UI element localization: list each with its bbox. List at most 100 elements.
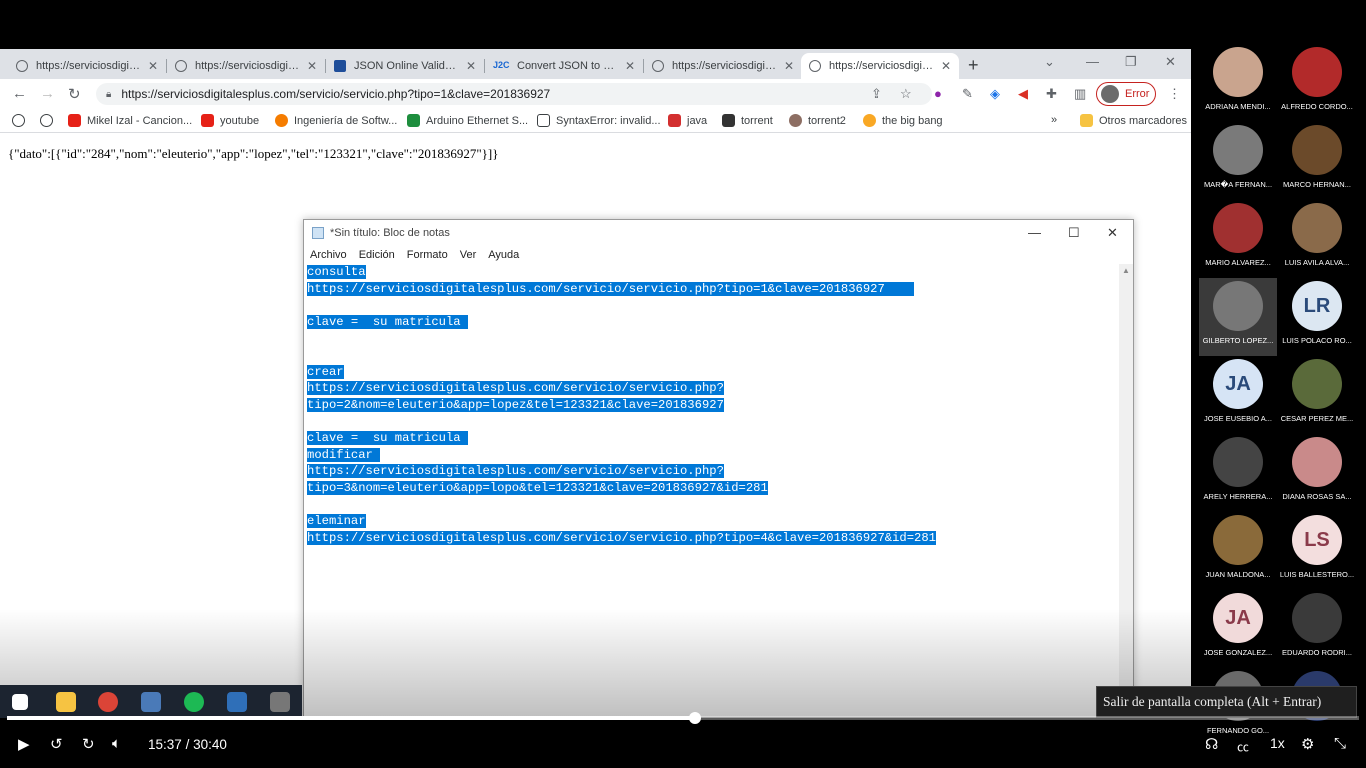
browser-tab[interactable]: JSON Online Validator ✕ (326, 53, 484, 79)
browser-tab-active[interactable]: https://serviciosdigitales ✕ (801, 53, 959, 79)
other-bookmarks-folder[interactable]: Otros marcadores (1080, 114, 1187, 127)
rewind-10-icon[interactable]: ↺ (50, 735, 63, 753)
menu-archivo[interactable]: Archivo (310, 249, 347, 261)
chrome-icon[interactable] (98, 692, 118, 712)
close-icon[interactable]: ✕ (466, 59, 476, 73)
mail-icon[interactable] (227, 692, 247, 712)
globe-icon[interactable] (40, 114, 59, 127)
participant-tile[interactable]: LUIS AVILA ALVA... (1278, 200, 1356, 278)
bookmark-item[interactable]: the big bang (863, 114, 943, 127)
menu-ayuda[interactable]: Ayuda (488, 249, 519, 261)
close-icon[interactable]: ✕ (1165, 54, 1176, 70)
extension-icon[interactable]: ● (934, 86, 942, 101)
chevron-up-icon[interactable]: ▲ (1122, 266, 1130, 275)
profile-error-button[interactable]: Error (1096, 82, 1156, 106)
close-icon[interactable]: ✕ (307, 59, 317, 73)
puzzle-icon[interactable]: ✚ (1046, 86, 1057, 102)
participant-tile[interactable]: LR LUIS POLACO RO... (1278, 278, 1356, 356)
participant-tile[interactable]: ALFREDO CORDO... (1278, 44, 1356, 122)
participant-tile[interactable]: MARCO HERNAN... (1278, 122, 1356, 200)
bookmark-item[interactable]: Mikel Izal - Cancion... (68, 114, 192, 127)
participant-name: MARCO HERNAN... (1283, 180, 1351, 189)
minimize-icon[interactable]: — (1028, 225, 1041, 240)
browser-tab[interactable]: J2C Convert JSON to C# Classes ✕ (485, 53, 643, 79)
volume-icon[interactable]: 🔈︎ (112, 735, 121, 752)
participant-tile[interactable]: JA JOSE GONZALEZ... (1199, 590, 1277, 668)
exit-fullscreen-icon[interactable]: ⤡ (1334, 735, 1346, 752)
file-explorer-icon[interactable] (56, 692, 76, 712)
address-bar[interactable]: 🔒︎ https://serviciosdigitalesplus.com/se… (96, 83, 932, 105)
back-icon[interactable]: ← (12, 85, 27, 102)
sidebar-icon[interactable]: ▥ (1074, 86, 1086, 102)
spotify-icon[interactable] (184, 692, 204, 712)
browser-tab[interactable]: https://serviciosdigitales ✕ (8, 53, 166, 79)
bookmark-item[interactable]: torrent2 (789, 114, 846, 127)
bookmark-item[interactable]: torrent (722, 114, 773, 127)
participant-tile[interactable]: DIANA ROSAS SA... (1278, 434, 1356, 512)
bookmark-item[interactable]: java (668, 114, 707, 127)
chevron-right-icon[interactable]: » (1051, 114, 1057, 126)
scrollbar[interactable]: ▲ (1119, 264, 1133, 716)
playback-speed[interactable]: 1x (1270, 735, 1285, 751)
participant-name: MAR�A FERNAN... (1203, 180, 1273, 189)
tab-label: https://serviciosdigitales (36, 60, 142, 72)
participant-tile[interactable]: MAR�A FERNAN... (1199, 122, 1277, 200)
reload-icon[interactable]: ↻ (68, 85, 81, 103)
share-icon[interactable]: ⇪ (871, 86, 882, 102)
participant-tile[interactable]: GILBERTO LOPEZ... (1199, 278, 1277, 356)
play-icon[interactable]: ▶ (18, 735, 30, 753)
participant-tile[interactable]: EDUARDO RODRI... (1278, 590, 1356, 668)
browser-tab[interactable]: https://serviciosdigitales ✕ (167, 53, 325, 79)
transcript-icon[interactable]: ☊ (1205, 735, 1218, 753)
participant-tile[interactable]: LS LUIS BALLESTERO... (1278, 512, 1356, 590)
browser-tab[interactable]: https://serviciosdigitales ✕ (644, 53, 802, 79)
forward-10-icon[interactable]: ↻ (82, 735, 95, 753)
participant-tile[interactable]: ADRIANA MENDI... (1199, 44, 1277, 122)
calculator-icon[interactable] (270, 692, 290, 712)
participant-tile[interactable]: JA JOSE EUSEBIO A... (1199, 356, 1277, 434)
forward-icon[interactable]: → (40, 85, 55, 102)
progress-bar[interactable] (7, 712, 1359, 724)
java-icon (668, 114, 681, 127)
menu-ver[interactable]: Ver (460, 249, 477, 261)
menu-formato[interactable]: Formato (407, 249, 448, 261)
progress-handle[interactable] (689, 712, 702, 724)
avatar (1101, 85, 1119, 103)
avatar: LR (1292, 281, 1342, 331)
restore-icon[interactable]: ❐ (1125, 54, 1137, 70)
minimize-icon[interactable]: — (1086, 54, 1099, 69)
notepad-line: clave = su matricula (307, 314, 1119, 331)
participant-tile[interactable]: ARELY HERRERA... (1199, 434, 1277, 512)
windows-start-icon[interactable] (12, 694, 28, 710)
captions-icon[interactable]: ㏄ (1237, 738, 1249, 755)
notepad-line (307, 413, 1119, 430)
close-icon[interactable]: ✕ (941, 59, 951, 73)
notepad-line: tipo=3&nom=eleuterio&app=lopo&tel=123321… (307, 480, 1119, 497)
bookmark-item[interactable]: Arduino Ethernet S... (407, 114, 528, 127)
extension-icon[interactable]: ◀ (1018, 86, 1028, 102)
new-tab-icon[interactable]: + (968, 55, 979, 76)
settings-icon[interactable]: ⚙ (1301, 735, 1314, 753)
close-icon[interactable]: ✕ (784, 59, 794, 73)
extension-icon[interactable]: ◈ (990, 86, 1000, 102)
maximize-icon[interactable]: ☐ (1068, 225, 1080, 241)
participant-tile[interactable]: CESAR PEREZ ME... (1278, 356, 1356, 434)
bookmark-item[interactable]: youtube (201, 114, 259, 127)
windows-taskbar (0, 685, 302, 718)
participant-tile[interactable]: JUAN MALDONA... (1199, 512, 1277, 590)
participant-tile[interactable]: MARIO ALVAREZ... (1199, 200, 1277, 278)
close-icon[interactable]: ✕ (148, 59, 158, 73)
app-icon[interactable] (141, 692, 161, 712)
bookmark-item[interactable]: Ingeniería de Softw... (275, 114, 397, 127)
star-icon[interactable]: ☆ (900, 86, 912, 102)
close-icon[interactable]: ✕ (625, 59, 635, 73)
globe-icon[interactable] (12, 114, 31, 127)
more-icon[interactable]: ⋮ (1168, 86, 1181, 102)
bookmark-item[interactable]: SyntaxError: invalid... (537, 114, 661, 127)
chevron-down-icon[interactable]: ⌄ (1044, 54, 1055, 70)
selected-text: clave = su matricula (307, 314, 468, 329)
notepad-text-area[interactable]: consulta https://serviciosdigitalesplus.c… (307, 264, 1119, 716)
close-icon[interactable]: ✕ (1107, 225, 1118, 241)
eyedropper-icon[interactable]: ✎ (962, 86, 973, 102)
menu-edicion[interactable]: Edición (359, 249, 395, 261)
